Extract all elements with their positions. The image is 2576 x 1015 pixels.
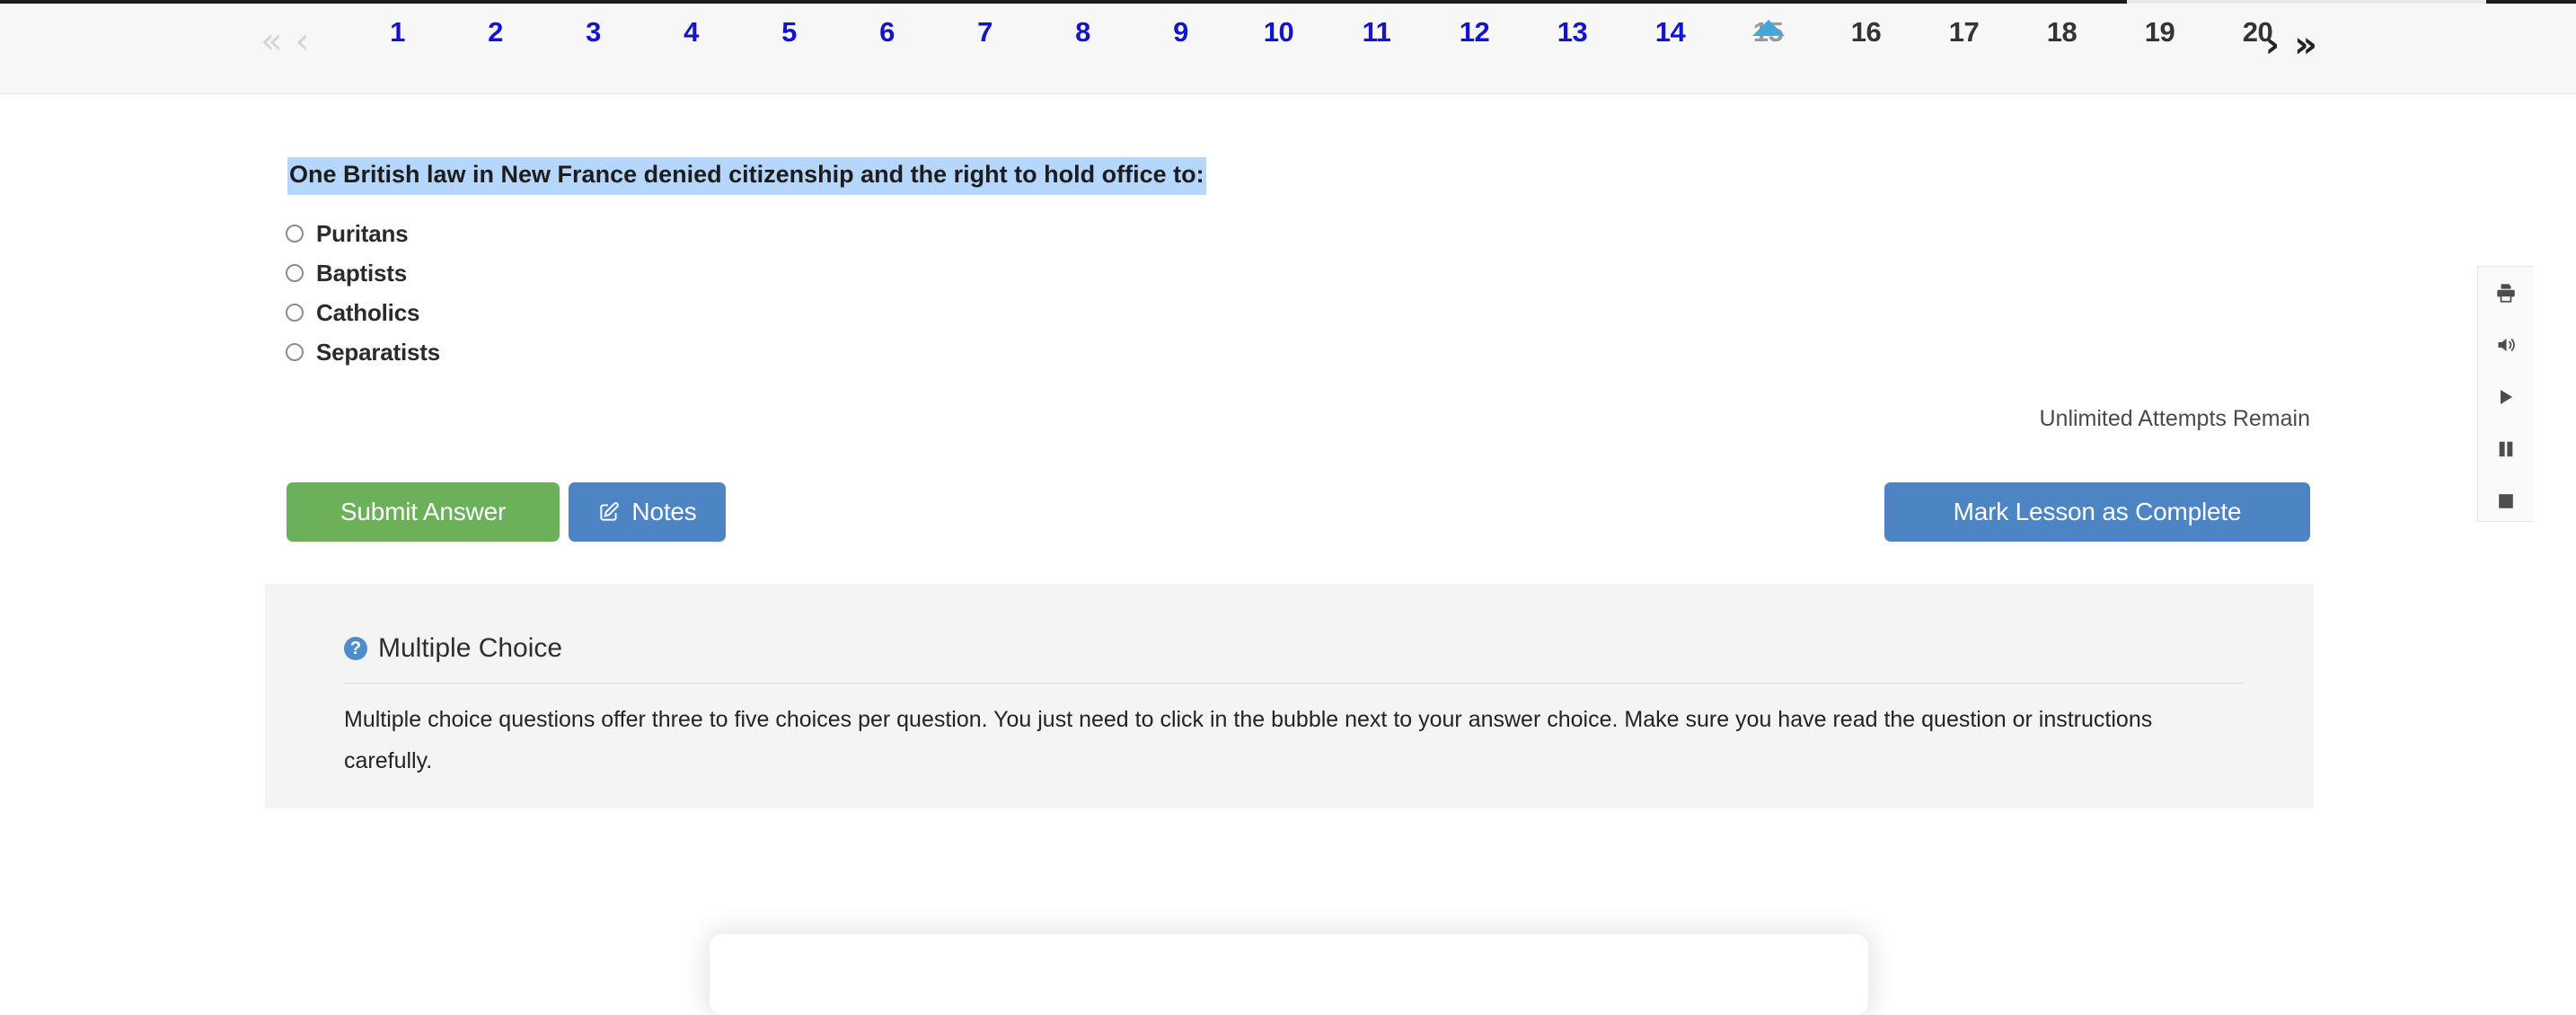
notes-button[interactable]: Notes [569, 482, 726, 542]
pagination-inner: « ‹ 1 2 3 4 5 6 7 8 9 10 11 12 13 14 15 16 17 18 19 20 › » [260, 4, 2317, 93]
pagination-item-label: 6 [879, 16, 895, 48]
pagination-item-label: 4 [684, 16, 699, 48]
pagination-item-14[interactable]: 14 [1621, 4, 1719, 49]
answer-choice-list: Puritans Baptists Catholics Separatists [286, 214, 1094, 372]
info-panel-body: Multiple choice questions offer three to… [344, 707, 2153, 773]
radio-button[interactable] [286, 264, 304, 282]
notes-button-label: Notes [631, 498, 697, 525]
lesson-pagination-bar: « ‹ 1 2 3 4 5 6 7 8 9 10 11 12 13 14 15 16 17 18 19 20 › » [0, 4, 2576, 94]
pagination-item-label: 2 [488, 16, 503, 48]
pagination-item-label: 9 [1173, 16, 1188, 48]
print-icon[interactable] [2491, 279, 2521, 306]
offscreen-panel-edge [710, 934, 1868, 1015]
attempts-remaining-text: Unlimited Attempts Remain [2039, 406, 2310, 431]
next-page-icon[interactable]: › [2265, 27, 2280, 63]
edit-square-icon [597, 500, 621, 524]
pagination-item-label: 5 [781, 16, 797, 48]
radio-button[interactable] [286, 304, 304, 322]
info-panel-header: ? Multiple Choice [344, 633, 562, 664]
pagination-item-1[interactable]: 1 [348, 4, 446, 49]
pagination-item-18[interactable]: 18 [2013, 4, 2111, 49]
info-panel-divider [344, 683, 2243, 684]
stop-icon[interactable] [2491, 488, 2521, 515]
pagination-item-label: 7 [977, 16, 992, 48]
question-text: One British law in New France denied cit… [287, 157, 1206, 195]
pagination-item-19[interactable]: 19 [2111, 4, 2209, 49]
pagination-item-9[interactable]: 9 [1132, 4, 1230, 49]
info-panel-title: Multiple Choice [378, 633, 563, 663]
pagination-item-label: 3 [586, 16, 601, 48]
pagination-item-11[interactable]: 11 [1328, 4, 1425, 49]
pagination-left-arrows: « ‹ [260, 23, 309, 59]
submit-answer-button[interactable]: Submit Answer [287, 482, 560, 542]
question-circle-icon: ? [344, 637, 367, 660]
media-controls-toolbar [2477, 266, 2534, 522]
answer-choice-puritans[interactable]: Puritans [286, 214, 1094, 253]
first-page-icon[interactable]: « [260, 23, 282, 59]
pagination-number-list: 1 2 3 4 5 6 7 8 9 10 11 12 13 14 15 16 17 18 19 20 [348, 4, 2307, 93]
answer-choice-label: Catholics [316, 298, 420, 326]
answer-choice-label: Separatists [316, 338, 440, 366]
pagination-item-label: 1 [390, 16, 405, 48]
pagination-item-label: 11 [1362, 16, 1391, 48]
pagination-item-label: 13 [1557, 16, 1588, 48]
pagination-item-12[interactable]: 12 [1425, 4, 1523, 49]
pagination-item-label: 18 [2046, 16, 2078, 48]
pagination-item-label: 8 [1075, 16, 1090, 48]
pagination-item-label: 10 [1263, 16, 1294, 48]
answer-choice-label: Baptists [316, 259, 407, 287]
pause-icon[interactable] [2491, 436, 2521, 463]
question-type-info-panel: ? Multiple Choice Multiple choice questi… [265, 584, 2314, 808]
pagination-item-2[interactable]: 2 [446, 4, 544, 49]
volume-icon[interactable] [2491, 331, 2521, 358]
pagination-item-10[interactable]: 10 [1230, 4, 1328, 49]
pagination-item-15[interactable]: 15 [1719, 4, 1817, 49]
pagination-right-arrows: › » [2265, 27, 2317, 63]
pagination-item-6[interactable]: 6 [838, 4, 936, 49]
pagination-item-5[interactable]: 5 [740, 4, 838, 49]
action-button-row: Submit Answer Notes Mark Lesson as Compl… [0, 482, 2576, 547]
pagination-item-17[interactable]: 17 [1915, 4, 2013, 49]
mark-lesson-complete-button[interactable]: Mark Lesson as Complete [1884, 482, 2310, 542]
answer-choice-label: Puritans [316, 219, 409, 247]
pagination-item-label: 19 [2144, 16, 2175, 48]
answer-choice-catholics[interactable]: Catholics [286, 293, 1094, 332]
last-page-icon[interactable]: » [2294, 27, 2317, 63]
pagination-item-4[interactable]: 4 [642, 4, 740, 49]
previous-page-icon[interactable]: ‹ [295, 23, 309, 59]
radio-button[interactable] [286, 225, 304, 243]
pagination-item-label: 16 [1850, 16, 1882, 48]
pagination-item-label: 12 [1459, 16, 1490, 48]
pagination-item-8[interactable]: 8 [1034, 4, 1132, 49]
play-icon[interactable] [2491, 384, 2521, 410]
answer-choice-separatists[interactable]: Separatists [286, 332, 1094, 372]
radio-button[interactable] [286, 343, 304, 361]
pagination-item-label: 14 [1654, 16, 1686, 48]
pagination-item-16[interactable]: 16 [1817, 4, 1915, 49]
pagination-item-13[interactable]: 13 [1523, 4, 1621, 49]
answer-choice-baptists[interactable]: Baptists [286, 253, 1094, 293]
pagination-item-3[interactable]: 3 [544, 4, 642, 49]
current-page-marker-icon [1751, 20, 1785, 36]
pagination-item-label: 17 [1948, 16, 1980, 48]
pagination-item-7[interactable]: 7 [936, 4, 1034, 49]
